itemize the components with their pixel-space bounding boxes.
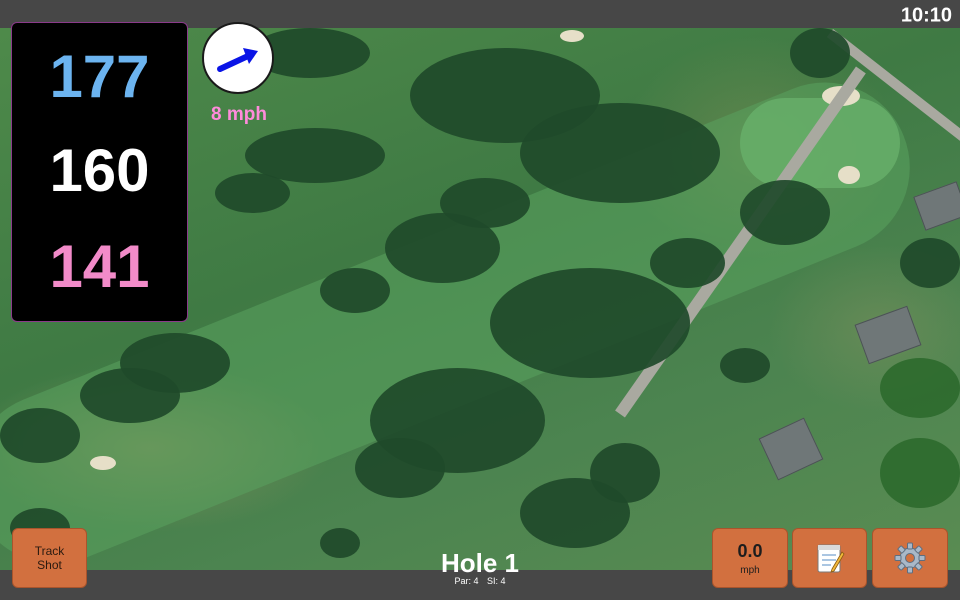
- tree-cluster: [80, 368, 180, 423]
- hole-par: Par: 4: [454, 576, 479, 586]
- middle-yardage: 160: [49, 137, 150, 204]
- house: [913, 181, 960, 231]
- notes-button[interactable]: [792, 528, 867, 588]
- tree-cluster: [880, 438, 960, 508]
- tree-cluster: [900, 238, 960, 288]
- bunker: [90, 456, 116, 470]
- tree-cluster: [320, 268, 390, 313]
- bunker: [560, 30, 584, 42]
- tree-cluster: [520, 103, 720, 203]
- tree-cluster: [880, 358, 960, 418]
- back-yardage: 177: [49, 43, 150, 110]
- tree-cluster: [320, 528, 360, 558]
- wind-speed: 8 mph: [211, 104, 267, 125]
- track-shot-label-line1: Track: [34, 544, 65, 558]
- tree-cluster: [440, 178, 530, 228]
- putting-green: [740, 98, 900, 188]
- house: [854, 305, 922, 365]
- tree-cluster: [520, 478, 630, 548]
- bunker: [838, 166, 860, 184]
- wind-arrow-icon: [217, 48, 258, 72]
- tree-cluster: [790, 28, 850, 78]
- front-yardage: 141: [49, 233, 150, 300]
- hole-info: Par: 4 SI: 4: [380, 576, 580, 586]
- tree-cluster: [650, 238, 725, 288]
- settings-button[interactable]: [872, 528, 948, 588]
- tree-cluster: [720, 348, 770, 383]
- tree-cluster: [355, 438, 445, 498]
- tree-cluster: [215, 173, 290, 213]
- speed-button[interactable]: 0.0 mph: [712, 528, 788, 588]
- hole-title: Hole 1: [440, 548, 520, 578]
- house: [758, 417, 824, 481]
- notepad-icon: [817, 544, 845, 573]
- hole-si: SI: 4: [487, 576, 506, 586]
- tree-cluster: [0, 408, 80, 463]
- track-shot-button[interactable]: Track Shot: [12, 528, 87, 588]
- yardage-panel: 177 160 141: [11, 22, 188, 322]
- tree-cluster: [740, 180, 830, 245]
- speed-unit: mph: [740, 564, 760, 576]
- speed-value: 0.0: [737, 540, 763, 561]
- track-shot-label-line2: Shot: [37, 558, 62, 572]
- clock: 10:10: [900, 4, 952, 27]
- wind-direction-indicator: [202, 22, 274, 94]
- gear-icon: [894, 542, 926, 574]
- tree-cluster: [490, 268, 690, 378]
